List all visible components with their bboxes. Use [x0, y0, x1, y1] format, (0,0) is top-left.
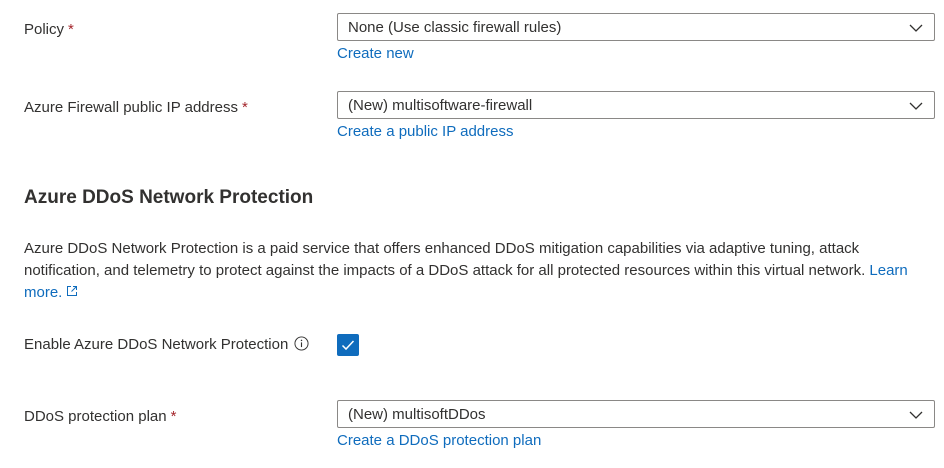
required-asterisk: * — [241, 99, 248, 116]
external-link-icon — [67, 286, 78, 296]
policy-dropdown-value: None (Use classic firewall rules) — [348, 19, 562, 36]
enable-ddos-checkbox[interactable] — [337, 334, 359, 356]
policy-label: Policy * — [24, 21, 74, 38]
required-asterisk: * — [68, 21, 74, 38]
chevron-down-icon — [909, 24, 923, 32]
ddos-description: Azure DDoS Network Protection is a paid … — [24, 238, 934, 304]
firewall-ip-dropdown-value: (New) multisoftware-firewall — [348, 97, 533, 114]
ddos-plan-dropdown-value: (New) multisoftDDos — [348, 406, 486, 423]
info-icon[interactable] — [294, 336, 309, 351]
enable-ddos-label: Enable Azure DDoS Network Protection — [24, 335, 309, 355]
firewall-ip-label: Azure Firewall public IP address * — [24, 99, 248, 116]
create-public-ip-link[interactable]: Create a public IP address — [337, 122, 514, 142]
required-asterisk: * — [170, 408, 177, 425]
ddos-plan-dropdown[interactable]: (New) multisoftDDos — [337, 400, 935, 428]
ddos-plan-label: DDoS protection plan * — [24, 408, 177, 425]
create-new-policy-link[interactable]: Create new — [337, 44, 414, 64]
firewall-ip-dropdown[interactable]: (New) multisoftware-firewall — [337, 91, 935, 119]
ddos-description-text: Azure DDoS Network Protection is a paid … — [24, 240, 870, 279]
chevron-down-icon — [909, 102, 923, 110]
chevron-down-icon — [909, 411, 923, 419]
checkmark-icon — [341, 340, 355, 351]
policy-dropdown[interactable]: None (Use classic firewall rules) — [337, 13, 935, 41]
create-ddos-plan-link[interactable]: Create a DDoS protection plan — [337, 431, 541, 451]
ddos-section-title: Azure DDoS Network Protection — [24, 187, 314, 208]
